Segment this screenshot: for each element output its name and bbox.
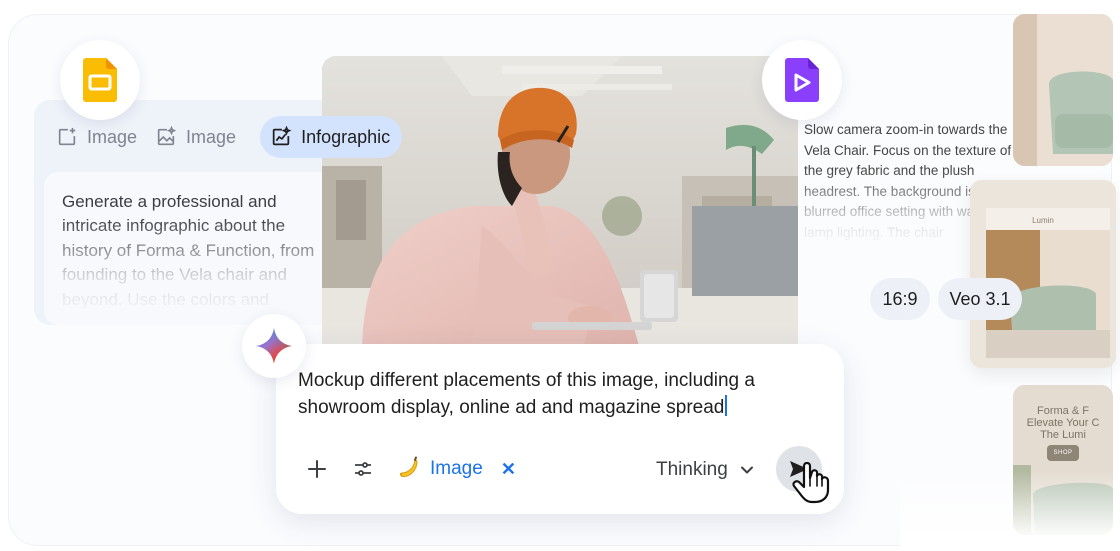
showroom-illustration: [970, 180, 1116, 368]
composer-input[interactable]: Mockup different placements of this imag…: [298, 368, 798, 421]
infographic-icon: [272, 126, 292, 146]
ad-text-block: Forma & F Elevate Your C The Lumi SHOP: [1013, 405, 1113, 461]
ad-line: Forma & F: [1037, 405, 1089, 417]
infographic-prompt-text: Generate a professional and intricate in…: [62, 192, 315, 309]
hand-cursor-icon: [792, 461, 830, 504]
google-vids-icon: [785, 58, 819, 102]
mode-selector[interactable]: Thinking: [656, 458, 754, 482]
remove-tool-icon[interactable]: ✕: [501, 459, 516, 480]
composer-toolbar: Image ✕ Thinking: [306, 446, 826, 492]
image-edit-icon: [157, 126, 177, 146]
plus-icon: [308, 460, 326, 478]
chevron-down-icon: [740, 466, 753, 474]
type-option-image-generate[interactable]: Image: [54, 116, 147, 158]
ad-line: Elevate Your C: [1026, 417, 1100, 429]
type-option-label: Image: [87, 126, 138, 147]
slides-app-badge: [60, 40, 140, 120]
type-selector: Image Image Infographic: [54, 116, 403, 158]
type-option-infographic[interactable]: Infographic: [260, 116, 403, 158]
type-option-image-edit[interactable]: Image: [153, 116, 246, 158]
google-slides-icon: [83, 58, 117, 102]
aspect-ratio-chip[interactable]: 16:9: [870, 278, 930, 320]
armchair-illustration: [1013, 14, 1113, 166]
type-option-label: Image: [186, 126, 237, 147]
gemini-badge: [242, 314, 306, 378]
banana-icon: [399, 456, 418, 477]
vids-app-badge: [762, 40, 842, 120]
pointer-hand-cursor: [790, 458, 838, 509]
person-at-desk-illustration: [322, 56, 798, 356]
add-button[interactable]: [306, 458, 328, 480]
ad-line: The Lumi: [1040, 429, 1086, 441]
bottom-fade: [900, 470, 1120, 551]
ad-shop-button: SHOP: [1047, 445, 1079, 461]
prompt-composer: Mockup different placements of this imag…: [276, 344, 844, 514]
infographic-prompt-card[interactable]: Generate a professional and intricate in…: [44, 172, 334, 325]
showroom-label: Lumin: [1032, 216, 1054, 225]
infographic-panel: Image Image Infographic Generate a profe…: [34, 100, 403, 325]
model-chip[interactable]: Veo 3.1: [938, 278, 1022, 320]
chair-thumbnail: [1013, 14, 1113, 166]
gemini-sparkle-icon: [256, 328, 292, 364]
image-tool-chip[interactable]: Image ✕: [396, 454, 516, 484]
image-add-icon: [58, 127, 76, 146]
image-tool-label: Image: [430, 458, 483, 479]
showroom-mockup-thumbnail: Lumin: [970, 180, 1116, 368]
tools-button[interactable]: [352, 458, 374, 480]
tune-icon: [355, 462, 371, 476]
composer-input-text: Mockup different placements of this imag…: [298, 370, 755, 418]
text-caret: [725, 394, 728, 416]
reference-photo: [322, 56, 798, 356]
mode-label: Thinking: [656, 459, 728, 480]
type-option-label: Infographic: [301, 126, 391, 147]
